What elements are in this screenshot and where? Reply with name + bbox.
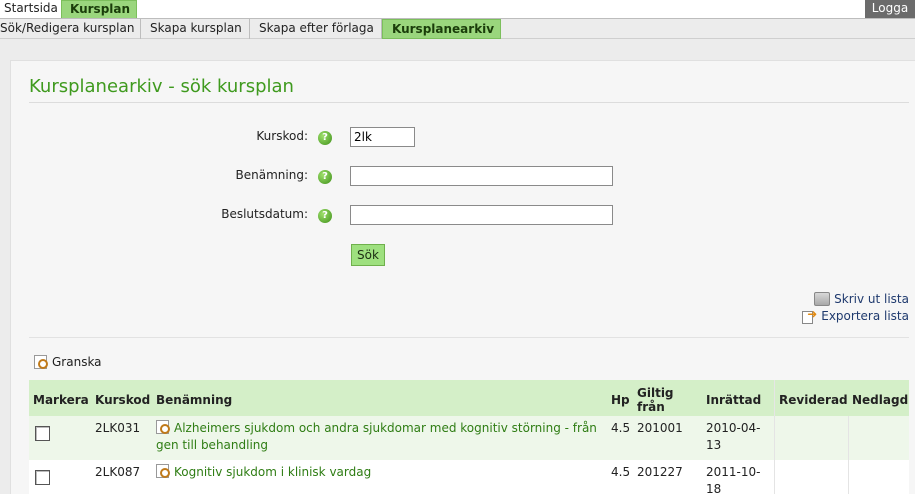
kurskod-help-icon[interactable]: ?	[318, 131, 332, 145]
header-nedlagd[interactable]: Nedlagd	[848, 380, 909, 416]
print-list-link[interactable]: Skriv ut lista	[814, 292, 909, 306]
header-giltig-fran[interactable]: Giltig från	[633, 380, 702, 416]
hp-cell: 4.5	[611, 421, 631, 435]
benamning-cell: Kognitiv sjukdom i klinisk vardag	[152, 460, 607, 494]
giltig-cell: 201227	[637, 465, 683, 479]
header-benamning[interactable]: Benämning	[152, 380, 607, 416]
tab-skapa-efter-forlaga[interactable]: Skapa efter förlaga	[250, 19, 382, 39]
tab-skapa-kursplan[interactable]: Skapa kursplan	[141, 19, 250, 39]
beslutsdatum-label: Beslutsdatum:	[221, 207, 308, 221]
beslutsdatum-help-icon[interactable]: ?	[318, 209, 332, 223]
table-row: 2LK031 Alzheimers sjukdom och andra sjuk…	[29, 416, 909, 460]
kurskod-cell: 2LK031	[95, 421, 141, 435]
nav-item-startsida[interactable]: Startsida	[0, 0, 58, 18]
hp-cell: 4.5	[611, 465, 631, 479]
inrattad-cell: 2011-10-18	[706, 465, 761, 494]
printer-icon	[814, 292, 831, 306]
granska-link[interactable]: Granska	[34, 355, 102, 369]
reviderad-cell	[774, 416, 848, 460]
row-checkbox-cell	[29, 460, 91, 494]
print-list-label: Skriv ut lista	[834, 292, 909, 306]
review-icon[interactable]	[156, 464, 170, 478]
benamning-help-icon[interactable]: ?	[318, 170, 332, 184]
granska-label: Granska	[52, 355, 102, 369]
benamning-input[interactable]	[350, 166, 613, 186]
search-button[interactable]: Sök	[351, 244, 385, 266]
giltig-cell: 201001	[637, 421, 683, 435]
nedlagd-cell	[848, 416, 909, 460]
logout-button[interactable]: Logga	[865, 0, 915, 18]
inrattad-cell: 2010-04-13	[706, 421, 761, 452]
nav-item-kursplan[interactable]: Kursplan	[61, 0, 137, 18]
results-table: Markera Kurskod Benämning Hp Giltig från…	[29, 380, 909, 494]
header-inrattad[interactable]: Inrättad	[702, 380, 774, 416]
tab-kursplanearkiv[interactable]: Kursplanearkiv	[382, 19, 501, 39]
export-list-link[interactable]: Exportera lista	[801, 307, 909, 324]
kurskod-label: Kurskod:	[256, 129, 308, 143]
nedlagd-cell	[848, 460, 909, 494]
course-link[interactable]: Alzheimers sjukdom och andra sjukdomar m…	[156, 421, 597, 452]
benamning-cell: Alzheimers sjukdom och andra sjukdomar m…	[152, 416, 607, 460]
row-checkbox-cell	[29, 416, 91, 460]
tab-sok-redigera[interactable]: Sök/Redigera kursplan	[0, 19, 141, 39]
magnifier-icon	[34, 355, 48, 369]
benamning-label: Benämning:	[235, 168, 308, 182]
page-title: Kursplanearkiv - sök kursplan	[29, 76, 294, 97]
export-list-label: Exportera lista	[821, 309, 909, 323]
reviderad-cell	[774, 460, 848, 494]
table-header: Markera Kurskod Benämning Hp Giltig från…	[29, 380, 909, 416]
header-markera[interactable]: Markera	[29, 380, 91, 416]
header-reviderad[interactable]: Reviderad	[774, 380, 848, 416]
row-checkbox[interactable]	[35, 426, 50, 441]
top-navigation: Startsida Kursplan Logga	[0, 0, 915, 18]
kurskod-input[interactable]	[350, 127, 415, 147]
beslutsdatum-input[interactable]	[350, 205, 613, 225]
title-divider	[29, 102, 909, 103]
tools-divider	[29, 337, 909, 338]
review-icon[interactable]	[156, 420, 170, 434]
row-checkbox[interactable]	[35, 470, 50, 485]
sub-navigation: Sök/Redigera kursplan Skapa kursplan Ska…	[0, 18, 915, 39]
export-icon	[801, 307, 817, 324]
header-kurskod[interactable]: Kurskod	[91, 380, 152, 416]
table-row: 2LK087 Kognitiv sjukdom i klinisk vardag…	[29, 460, 909, 494]
header-hp[interactable]: Hp	[607, 380, 633, 416]
course-link[interactable]: Kognitiv sjukdom i klinisk vardag	[174, 465, 371, 479]
kurskod-cell: 2LK087	[95, 465, 141, 479]
